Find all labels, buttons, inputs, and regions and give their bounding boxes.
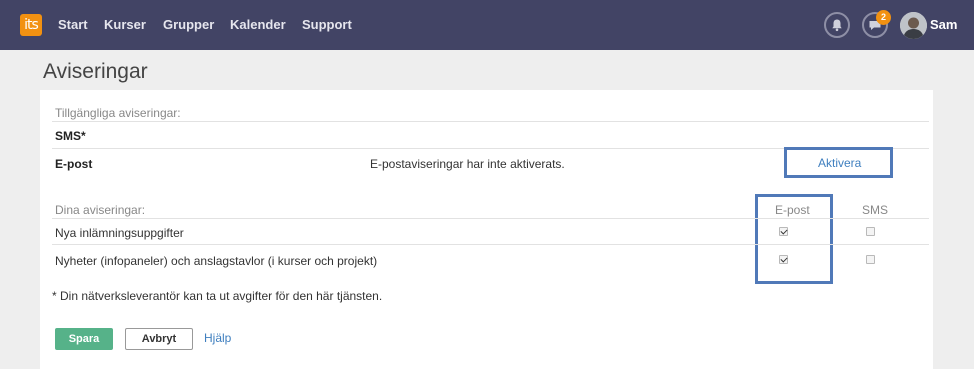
divider: [52, 218, 929, 219]
fee-footnote: * Din nätverksleverantör kan ta ut avgif…: [52, 289, 383, 303]
sms-label: SMS*: [55, 129, 86, 143]
nav-item-start[interactable]: Start: [58, 17, 88, 32]
notifications-button[interactable]: [824, 12, 850, 38]
column-header-email: E-post: [775, 203, 810, 217]
column-header-sms: SMS: [862, 203, 889, 217]
divider: [52, 244, 929, 245]
email-label: E-post: [55, 157, 93, 171]
top-navbar: its Start Kurser Grupper Kalender Suppor…: [0, 0, 974, 50]
bell-icon: [832, 19, 842, 32]
its-logo[interactable]: its: [20, 14, 42, 36]
available-notifications-heading: Tillgängliga aviseringar:: [55, 106, 181, 120]
activate-email-link[interactable]: Aktivera: [818, 156, 861, 170]
divider: [52, 121, 929, 122]
nav-item-kurser[interactable]: Kurser: [104, 17, 146, 32]
nav-item-support[interactable]: Support: [302, 17, 352, 32]
email-checkbox-row-2[interactable]: [779, 255, 788, 264]
email-checkbox-row-1[interactable]: [779, 227, 788, 236]
notification-row-label: Nyheter (infopaneler) och anslagstavlor …: [55, 254, 378, 268]
your-notifications-heading: Dina aviseringar:: [55, 203, 146, 217]
nav-item-kalender[interactable]: Kalender: [230, 17, 286, 32]
help-link[interactable]: Hjälp: [204, 331, 231, 345]
messages-badge: 2: [876, 10, 891, 25]
user-avatar[interactable]: [900, 12, 927, 39]
avatar-image: [900, 12, 927, 39]
user-name[interactable]: Sam: [930, 17, 957, 32]
sms-checkbox-row-1[interactable]: [866, 227, 875, 236]
cancel-button[interactable]: Avbryt: [125, 328, 193, 350]
save-button[interactable]: Spara: [55, 328, 113, 350]
page-title: Aviseringar: [43, 60, 148, 83]
sms-checkbox-row-2[interactable]: [866, 255, 875, 264]
nav-item-grupper[interactable]: Grupper: [163, 17, 214, 32]
email-status-text: E-postaviseringar har inte aktiverats.: [370, 157, 565, 171]
notification-row-label: Nya inlämningsuppgifter: [55, 226, 184, 240]
